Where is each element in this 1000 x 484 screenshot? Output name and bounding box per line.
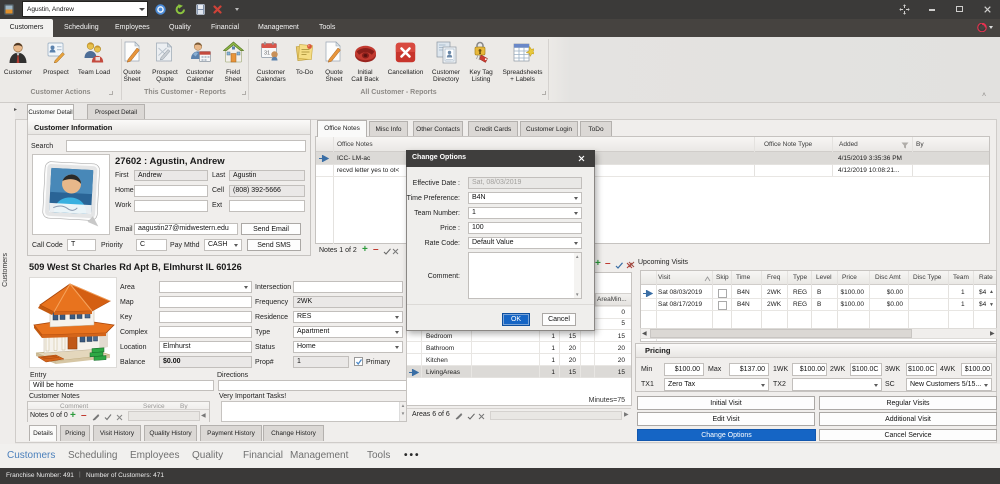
svg-text:31: 31 (264, 51, 270, 57)
